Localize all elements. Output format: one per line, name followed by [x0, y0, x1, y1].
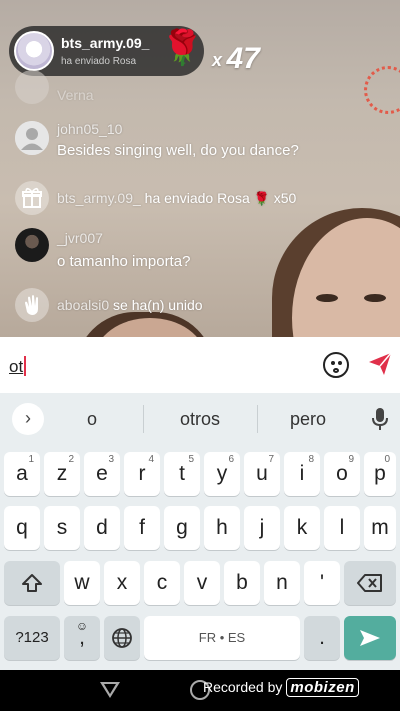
gift-icon	[15, 181, 49, 215]
shift-key[interactable]	[4, 561, 60, 605]
avatar[interactable]	[14, 31, 54, 71]
waving-hand-icon	[15, 288, 49, 322]
recording-watermark: Recorded by mobizen	[203, 678, 359, 697]
key-q[interactable]: q	[4, 506, 40, 550]
system-nav-bar: Recorded by mobizen	[0, 670, 400, 711]
gift-banner[interactable]: bts_army.09_ ha enviado Rosa 🌹	[9, 26, 204, 76]
key-c[interactable]: c	[144, 561, 180, 605]
key-u[interactable]: u7	[244, 452, 280, 496]
recorder-brand: mobizen	[286, 678, 359, 697]
divider	[257, 405, 258, 433]
suggestion[interactable]: pero	[268, 409, 348, 430]
avatar[interactable]	[15, 228, 49, 262]
key-p[interactable]: p0	[364, 452, 396, 496]
key-m[interactable]: m	[364, 506, 396, 550]
mic-icon[interactable]	[370, 407, 390, 431]
comment-input-value: ot	[9, 357, 24, 376]
chat-username: Verna	[57, 87, 94, 103]
send-icon[interactable]	[366, 350, 394, 378]
send-arrow-icon	[360, 630, 380, 646]
key-s[interactable]: s	[44, 506, 80, 550]
avatar[interactable]	[15, 70, 49, 104]
gift-multiplier: x50	[273, 190, 297, 206]
chevron-right-icon[interactable]: ›	[12, 403, 44, 435]
key-d[interactable]: d	[84, 506, 120, 550]
shift-icon	[22, 574, 42, 592]
globe-key[interactable]	[104, 616, 140, 660]
comma-key[interactable]: ☺ ,	[64, 616, 100, 660]
key-n[interactable]: n	[264, 561, 300, 605]
chat-item[interactable]: Verna	[15, 70, 275, 104]
key-x[interactable]: x	[104, 561, 140, 605]
gift-effect-ring	[364, 66, 400, 114]
key-e[interactable]: e3	[84, 452, 120, 496]
key-y[interactable]: y6	[204, 452, 240, 496]
key-v[interactable]: v	[184, 561, 220, 605]
chat-message: Besides singing well, do you dance?	[57, 142, 299, 159]
key-apostrophe[interactable]: '	[304, 561, 340, 605]
default-avatar-icon[interactable]	[15, 121, 49, 155]
comment-input[interactable]: ot	[9, 356, 27, 377]
symbols-key[interactable]: ?123	[4, 616, 60, 660]
key-k[interactable]: k	[284, 506, 320, 550]
chat-username: aboalsi0	[57, 297, 110, 313]
backspace-icon	[357, 574, 382, 592]
key-r[interactable]: r4	[124, 452, 160, 496]
live-video: bts_army.09_ ha enviado Rosa 🌹 x 47 Vern…	[0, 0, 400, 337]
eye	[364, 294, 386, 302]
rose-icon: 🌹	[161, 29, 204, 67]
chat-message: ha enviado Rosa	[144, 190, 250, 206]
backspace-key[interactable]	[344, 561, 396, 605]
enter-key[interactable]	[344, 616, 396, 660]
comment-input-bar: ot	[0, 337, 400, 393]
chat-username: _jvr007	[57, 230, 103, 246]
gift-count: x 47	[212, 40, 260, 75]
globe-icon	[112, 628, 132, 648]
gift-count-prefix: x	[212, 50, 223, 70]
chat-username: john05_10	[57, 121, 123, 137]
key-b[interactable]: b	[224, 561, 260, 605]
gift-count-number: 47	[226, 42, 260, 75]
gift-event: bts_army.09_ ha enviado Rosa 🌹 x50	[57, 190, 296, 207]
chat-item[interactable]: _jvr007 o tamanho importa?	[15, 228, 355, 272]
key-f[interactable]: f	[124, 506, 160, 550]
chat-username: bts_army.09_	[57, 190, 141, 206]
chat-item[interactable]: john05_10 Besides singing well, do you d…	[15, 121, 355, 165]
chat-message: o tamanho importa?	[57, 253, 191, 270]
chat-message: se ha(n) unido	[113, 297, 203, 313]
period-key[interactable]: .	[304, 616, 340, 660]
emoji-icon[interactable]	[323, 352, 349, 378]
key-i[interactable]: i8	[284, 452, 320, 496]
key-j[interactable]: j	[244, 506, 280, 550]
key-g[interactable]: g	[164, 506, 200, 550]
suggestion-bar: › o otros pero	[0, 393, 400, 445]
keyboard: › o otros pero a1 z2 e3 r4 t5 y6 u7 i8 o…	[0, 393, 400, 670]
suggestion[interactable]: o	[62, 409, 122, 430]
gift-username: bts_army.09_	[61, 35, 150, 51]
key-t[interactable]: t5	[164, 452, 200, 496]
chat-item[interactable]: aboalsi0 se ha(n) unido	[15, 288, 355, 322]
key-h[interactable]: h	[204, 506, 240, 550]
emoji-hint-icon: ☺	[75, 619, 89, 633]
divider	[143, 405, 144, 433]
key-w[interactable]: w	[64, 561, 100, 605]
key-z[interactable]: z2	[44, 452, 80, 496]
gift-action: ha enviado Rosa	[61, 56, 137, 67]
rose-icon: 🌹	[253, 191, 270, 206]
join-event: aboalsi0 se ha(n) unido	[57, 297, 203, 313]
space-key[interactable]: FR • ES	[144, 616, 300, 660]
suggestion[interactable]: otros	[160, 409, 240, 430]
chat-item[interactable]: bts_army.09_ ha enviado Rosa 🌹 x50	[15, 181, 355, 215]
key-o[interactable]: o9	[324, 452, 360, 496]
text-caret	[24, 356, 27, 376]
key-a[interactable]: a1	[4, 452, 40, 496]
key-l[interactable]: l	[324, 506, 360, 550]
